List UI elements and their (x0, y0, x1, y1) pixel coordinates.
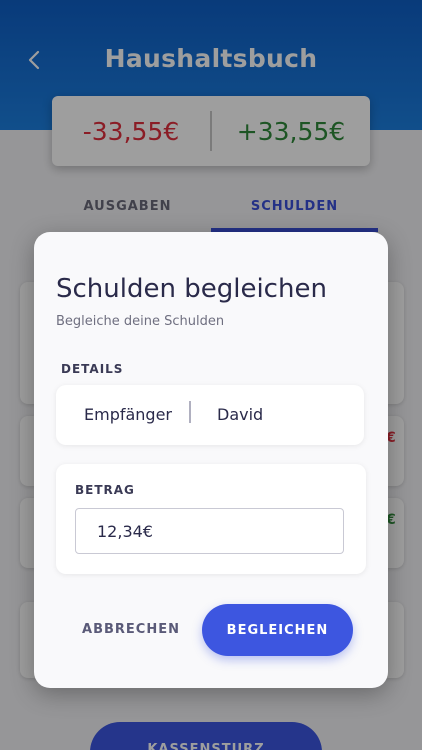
cancel-button[interactable]: ABBRECHEN (76, 614, 186, 644)
settle-debt-dialog: Schulden begleichen Begleiche deine Schu… (34, 232, 388, 688)
dialog-subtitle: Begleiche deine Schulden (56, 314, 225, 329)
dialog-title: Schulden begleichen (56, 274, 327, 304)
details-card: Empfänger David (56, 385, 364, 445)
amount-input[interactable] (75, 508, 344, 554)
recipient-label: Empfänger (84, 405, 173, 424)
details-label: DETAILS (61, 362, 124, 376)
recipient-value: David (217, 405, 264, 424)
amount-label: BETRAG (75, 483, 135, 497)
amount-card: BETRAG (56, 464, 366, 574)
details-divider (189, 401, 191, 423)
settle-button[interactable]: BEGLEICHEN (202, 604, 353, 656)
